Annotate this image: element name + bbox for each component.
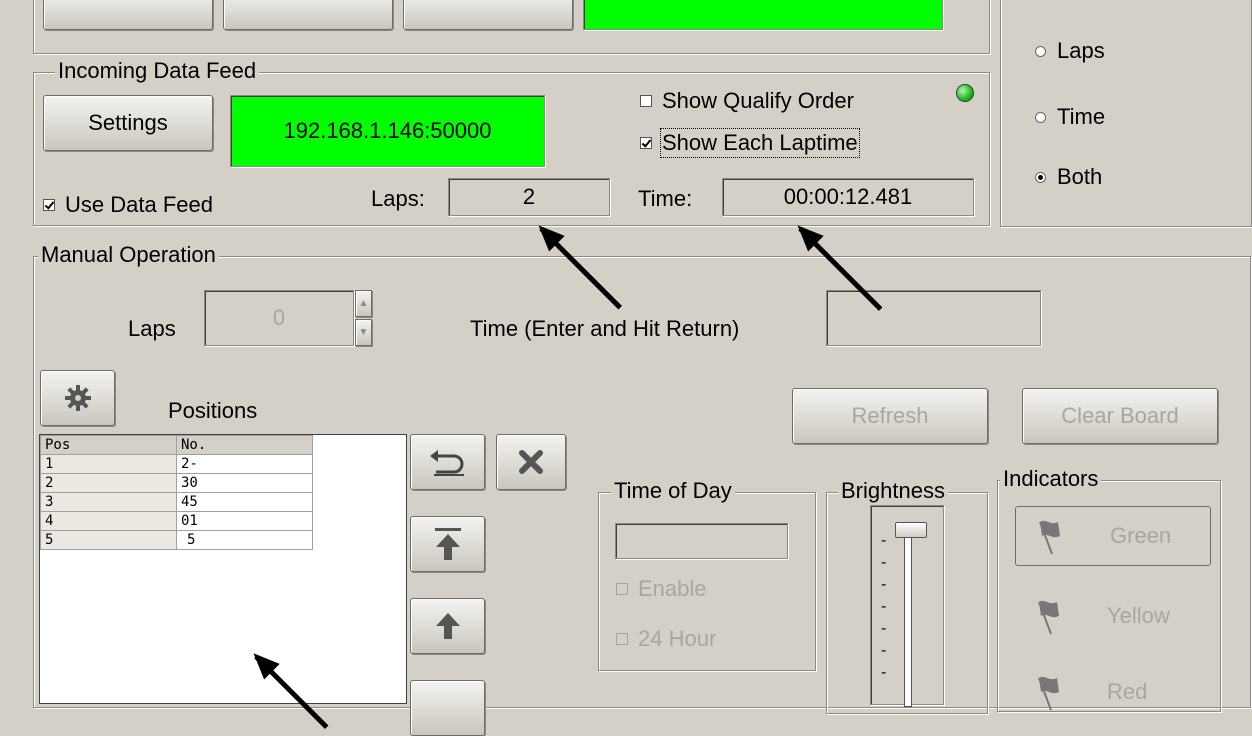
table-row[interactable]: 1 2- [40,454,313,474]
show-qualify-order-checkbox[interactable]: Show Qualify Order [640,88,854,114]
time-of-day-enable-checkbox[interactable]: Enable [616,576,707,602]
radio-laps[interactable]: Laps [1035,38,1105,64]
green-indicator-button[interactable]: Green [1015,506,1211,566]
show-each-laptime-label: Show Each Laptime [660,128,860,158]
flag-icon [1039,520,1060,555]
time-of-day-24hour-box [616,633,628,645]
table-row[interactable]: 3 45 [40,492,313,512]
undo-button[interactable] [410,434,485,490]
radio-laps-dot [1035,45,1046,57]
show-qualify-order-label: Show Qualify Order [662,88,854,113]
green-indicator-label: Green [1110,523,1172,548]
feed-status-led [956,84,974,102]
red-indicator-label: Red [1107,679,1148,704]
feed-time-label: Time: [638,186,693,211]
time-of-day-title: Time of Day [611,478,735,504]
manual-laps-input[interactable]: 0 [204,290,354,346]
red-indicator-button[interactable]: Red [1027,672,1147,712]
row-pos: 5 [40,530,177,550]
positions-table-header: Pos No. [40,435,313,455]
feed-laps-value: 2 [448,178,610,216]
laps-spin-up[interactable]: ▲ [355,290,372,317]
move-top-button[interactable] [410,516,485,572]
show-each-laptime-checkbox[interactable]: Show Each Laptime [640,128,860,158]
use-data-feed-label: Use Data Feed [65,192,213,217]
manual-time-input[interactable] [826,290,1041,346]
radio-both[interactable]: Both [1035,164,1102,190]
radio-laps-label: Laps [1057,38,1105,63]
flag-icon [1038,676,1059,711]
top-status-display [583,0,943,30]
row-no[interactable]: 5 [176,530,313,550]
row-pos: 2 [40,473,177,493]
row-pos: 4 [40,511,177,531]
row-no[interactable]: 01 [176,511,313,531]
radio-time-dot [1035,111,1046,123]
close-icon [519,450,543,474]
arrow-up-icon [435,613,460,639]
laps-spin-down[interactable]: ▼ [355,319,372,346]
header-pos: Pos [40,435,177,455]
yellow-indicator-label: Yellow [1107,603,1170,628]
refresh-button[interactable]: Refresh [792,388,988,444]
move-down-button[interactable] [410,680,485,736]
delete-button[interactable] [496,434,566,490]
positions-label: Positions [168,398,258,423]
brightness-slider-thumb[interactable] [895,522,927,538]
time-of-day-24hour-label: 24 Hour [638,626,717,651]
feed-time-value: 00:00:12.481 [722,178,974,216]
settings-button[interactable]: Settings [43,95,213,151]
time-of-day-enable-box [616,583,628,595]
flag-icon [1038,600,1059,635]
positions-table-frame: Pos No. 1 2- 2 30 3 45 4 01 5 5 [39,434,407,704]
use-data-feed-checkbox[interactable]: Use Data Feed [43,192,213,218]
row-no[interactable]: 30 [176,473,313,493]
radio-both-dot [1035,171,1046,183]
feed-laps-label: Laps: [371,186,425,211]
row-no[interactable]: 45 [176,492,313,512]
incoming-data-feed-title: Incoming Data Feed [55,58,260,84]
header-no: No. [176,435,313,455]
indicators-title: Indicators [1000,466,1102,492]
clear-board-button[interactable]: Clear Board [1022,388,1218,444]
feed-address-display: 192.168.1.146:50000 [230,95,545,167]
table-row[interactable]: 4 01 [40,511,313,531]
radio-time[interactable]: Time [1035,104,1105,130]
row-pos: 1 [40,454,177,474]
manual-laps-label: Laps [128,316,176,341]
time-of-day-enable-label: Enable [638,576,707,601]
top-button-1[interactable] [43,0,213,30]
show-each-laptime-box [640,137,652,149]
brightness-slider-ticks: ------- [881,532,887,681]
row-pos: 3 [40,492,177,512]
gear-button[interactable] [40,370,115,426]
manual-time-label: Time (Enter and Hit Return) [470,316,740,341]
brightness-title: Brightness [838,478,948,504]
top-button-2[interactable] [223,0,393,30]
positions-table: Pos No. 1 2- 2 30 3 45 4 01 5 5 [40,435,313,550]
undo-icon [429,450,464,476]
radio-time-label: Time [1057,104,1106,129]
table-row[interactable]: 5 5 [40,530,313,550]
gear-icon [64,385,91,411]
use-data-feed-box [43,199,55,211]
manual-operation-title: Manual Operation [38,242,219,268]
top-button-3[interactable] [403,0,573,30]
yellow-indicator-button[interactable]: Yellow [1027,596,1170,636]
row-no[interactable]: 2- [176,454,313,474]
brightness-slider-track [904,525,912,707]
arrow-top-icon [434,528,461,560]
radio-both-label: Both [1057,164,1103,189]
table-row[interactable]: 2 30 [40,473,313,493]
time-of-day-24hour-checkbox[interactable]: 24 Hour [616,626,716,652]
show-qualify-order-box [640,95,652,107]
time-of-day-display [615,523,788,559]
move-up-button[interactable] [410,598,485,654]
